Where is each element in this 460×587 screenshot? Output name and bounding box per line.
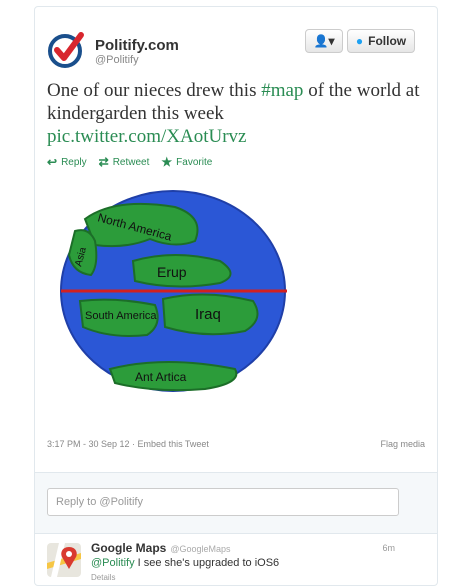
reply-input[interactable]: Reply to @Politify [47,488,399,516]
twitter-bird-icon: ● [355,34,364,48]
flag-media-link[interactable]: Flag media [380,439,425,449]
reply-tweet: Google Maps @GoogleMaps 6m @Politify I se… [47,539,425,585]
politify-logo-icon[interactable] [47,29,87,69]
author-handle[interactable]: @Politify [95,54,139,66]
tweet-header: Politify.com @Politify 👤▾ ● Follow [47,21,425,73]
reply-author-handle: @GoogleMaps [170,544,231,554]
reply-text: @Politify I see she's upgraded to iOS6 [91,557,279,569]
reply-text-body: I see she's upgraded to iOS6 [134,557,280,569]
reply-author[interactable]: Google Maps @GoogleMaps [91,541,231,555]
tweet-text-part: One of our nieces drew this [47,80,262,101]
label-europe: Erup [157,264,187,280]
tweet-text: One of our nieces drew this #map of the … [47,79,427,148]
label-antarctica: Ant Artica [135,370,187,384]
reply-action[interactable]: ↩ Reply [47,155,87,169]
reply-label: Reply [61,156,87,168]
follow-label: Follow [368,34,407,48]
reply-details-link[interactable]: Details [91,573,115,582]
reply-icon: ↩ [47,155,58,169]
mention-link[interactable]: @Politify [91,557,135,569]
reply-time[interactable]: 6m [382,543,395,553]
favorite-action[interactable]: ★ Favorite [161,155,212,169]
retweet-action[interactable]: ⇄ Retweet [99,155,150,169]
author-name[interactable]: Politify.com [95,37,179,54]
embedded-tweet: Politify.com @Politify 👤▾ ● Follow One o… [34,6,438,586]
favorite-label: Favorite [176,156,213,168]
google-maps-icon[interactable] [47,543,81,577]
label-south-america: South America [85,310,157,322]
child-world-map-drawing[interactable]: North America Asia Erup South America Ir… [55,179,295,409]
follow-button[interactable]: ● Follow [347,29,415,53]
label-iraq: Iraq [195,306,221,323]
reply-area: Reply to @Politify [35,472,437,534]
retweet-icon: ⇄ [98,155,109,169]
hashtag-link[interactable]: #map [261,80,303,101]
tweet-actions: ↩ Reply ⇄ Retweet ★ Favorite [47,155,212,169]
user-actions-button[interactable]: 👤▾ [305,29,343,53]
tweet-timestamp[interactable]: 3:17 PM - 30 Sep 12 · Embed this Tweet [47,439,209,449]
retweet-label: Retweet [112,156,150,168]
media-link[interactable]: pic.twitter.com/XAotUrvz [47,126,246,147]
reply-author-name: Google Maps [91,541,167,555]
star-icon: ★ [161,155,173,169]
